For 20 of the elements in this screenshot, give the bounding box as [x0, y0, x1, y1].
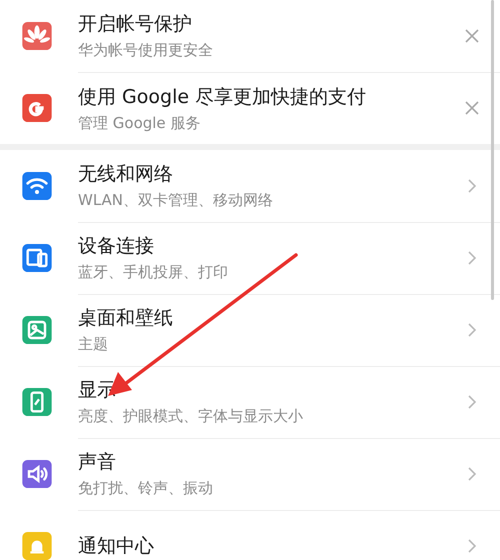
- item-subtitle: WLAN、双卡管理、移动网络: [78, 191, 274, 210]
- item-title: 无线和网络: [78, 162, 174, 187]
- item-title: 桌面和壁纸: [78, 306, 174, 331]
- item-subtitle: 主题: [78, 335, 109, 354]
- item-title: 开启帐号保护: [78, 12, 193, 37]
- settings-item[interactable]: 桌面和壁纸 主题: [0, 294, 500, 366]
- close-icon[interactable]: [464, 100, 480, 116]
- item-subtitle: 免打扰、铃声、振动: [78, 479, 214, 498]
- settings-item[interactable]: 通知中心: [0, 510, 500, 560]
- settings-item[interactable]: 使用 Google 尽享更加快捷的支付 管理 Google 服务: [0, 72, 500, 144]
- item-subtitle: 亮度、护眼模式、字体与显示大小: [78, 407, 304, 426]
- item-subtitle: 华为帐号使用更安全: [78, 41, 214, 60]
- item-subtitle: 管理 Google 服务: [78, 114, 202, 132]
- item-title: 使用 Google 尽享更加快捷的支付: [78, 84, 368, 110]
- item-title: 通知中心: [78, 534, 155, 558]
- item-title: 声音: [78, 450, 117, 475]
- settings-item[interactable]: 声音 免打扰、铃声、振动: [0, 438, 500, 510]
- item-subtitle: 蓝牙、手机投屏、打印: [78, 263, 229, 282]
- item-title: 设备连接: [78, 234, 155, 259]
- close-icon[interactable]: [464, 28, 480, 44]
